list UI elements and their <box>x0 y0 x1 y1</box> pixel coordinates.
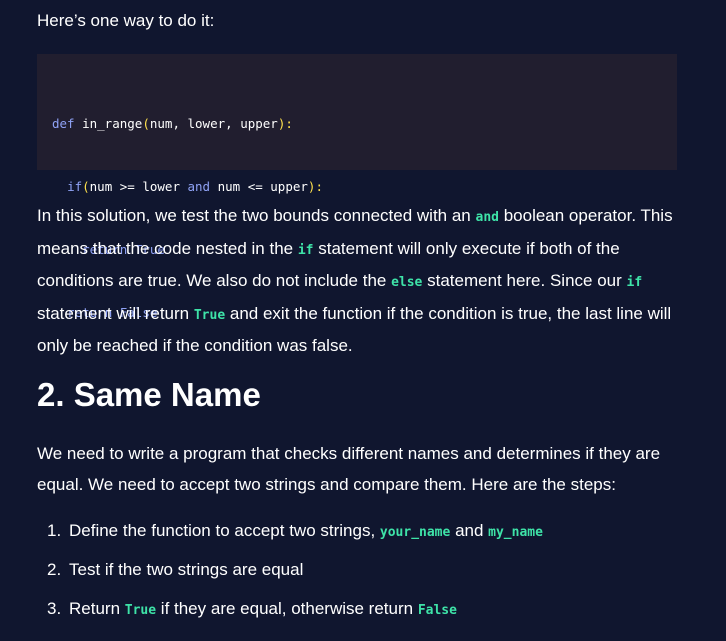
inline-code: True <box>193 307 226 323</box>
code-line-2: if(num >= lower and num <= upper): <box>52 176 677 197</box>
code-arg: num <box>149 116 173 131</box>
code-expression: num >= lower <box>89 179 188 194</box>
list-item: 3. Return True if they are equal, otherwi… <box>47 594 543 633</box>
code-operator: and <box>187 179 211 194</box>
code-keyword: if <box>67 179 83 194</box>
intro-text: Here’s one way to do it: <box>37 11 215 30</box>
code-expression: num <= upper <box>210 179 308 194</box>
list-text: Return <box>69 599 125 618</box>
list-text: Test if the two strings are equal <box>69 560 304 579</box>
inline-code: if <box>297 242 314 258</box>
code-arg: upper <box>240 116 278 131</box>
paragraph-text: In this solution, we test the two bounds… <box>37 206 476 225</box>
inline-code: your_name <box>379 525 451 540</box>
inline-code: my_name <box>488 525 543 540</box>
inline-code: else <box>391 275 423 291</box>
steps-list: 1. Define the function to accept two stri… <box>47 516 543 633</box>
list-text: Define the function to accept two string… <box>69 521 380 540</box>
paragraph-text: statement will return <box>37 303 194 323</box>
list-number: 1. <box>47 521 62 540</box>
code-line-1: def in_range(num, lower, upper): <box>52 113 677 134</box>
code-comma: , <box>172 116 188 131</box>
inline-code: if <box>626 275 643 291</box>
section-paragraph: We need to write a program that checks d… <box>37 444 661 494</box>
inline-code: True <box>124 603 157 618</box>
list-item: 2. Test if the two strings are equal <box>47 555 543 594</box>
inline-code: and <box>475 210 499 225</box>
inline-code: False <box>417 603 457 618</box>
code-paren: ( <box>142 116 150 131</box>
code-block[interactable]: def in_range(num, lower, upper): if(num … <box>37 54 677 320</box>
code-comma: , <box>225 116 241 131</box>
code-arg: lower <box>187 116 226 131</box>
code-paren: ( <box>82 179 90 194</box>
code-keyword: def <box>52 116 75 131</box>
section-heading: 2. Same Name <box>37 376 261 413</box>
list-text: if they are equal, otherwise return <box>156 599 418 618</box>
list-number: 3. <box>47 599 62 618</box>
list-item: 1. Define the function to accept two stri… <box>47 516 543 555</box>
paragraph-text: statement here. Since our <box>422 271 627 291</box>
explanation-paragraph: In this solution, we test the two bounds… <box>37 201 682 362</box>
code-function-name: in_range <box>82 116 143 131</box>
code-paren: ): <box>307 179 323 194</box>
list-text: and <box>450 521 489 540</box>
code-paren: ): <box>277 116 293 131</box>
list-number: 2. <box>47 560 62 579</box>
